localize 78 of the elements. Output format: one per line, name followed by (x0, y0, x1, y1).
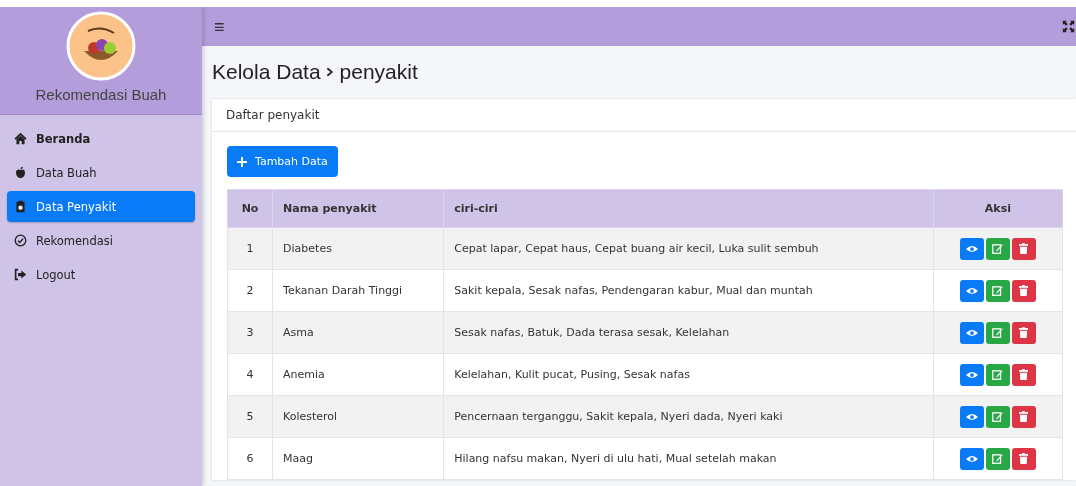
eye-icon (965, 370, 978, 379)
card-title: Daftar penyakit (226, 108, 320, 122)
logout-icon (14, 268, 27, 281)
eye-icon (965, 454, 978, 463)
table-cell: Kolesterol (272, 395, 444, 438)
eye-icon (965, 244, 978, 253)
sidebar-item[interactable]: Data Buah (7, 157, 195, 188)
delete-button[interactable] (1011, 363, 1036, 386)
home-icon (14, 132, 27, 145)
sidebar-item[interactable]: Beranda (7, 123, 195, 154)
plus-icon (237, 156, 247, 167)
clipboard-icon (14, 200, 27, 213)
eye-icon (965, 286, 978, 295)
page-title: Kelola Data (212, 60, 321, 84)
page-title-current: penyakit (339, 60, 418, 84)
view-button[interactable] (959, 447, 984, 470)
edit-button[interactable] (985, 405, 1010, 428)
table-cell: Hilang nafsu makan, Nyeri di ulu hati, Mual setelah makan (443, 437, 934, 480)
table-cell: Kelelahan, Kulit pucat, Pusing, Sesak nafas (443, 353, 934, 396)
column-header: No (227, 189, 273, 228)
trash-icon (1019, 285, 1029, 296)
column-header: Aksi (933, 189, 1063, 228)
trash-icon (1019, 369, 1029, 380)
edit-icon (992, 411, 1004, 422)
column-header: ciri-ciri (443, 189, 934, 228)
view-button[interactable] (959, 237, 984, 260)
edit-icon (992, 243, 1004, 254)
table-cell: 6 (227, 437, 273, 480)
table-cell: 1 (227, 227, 273, 270)
trash-icon (1019, 411, 1029, 422)
delete-button[interactable] (1011, 447, 1036, 470)
menu-button[interactable]: ≡ (214, 17, 225, 36)
delete-button[interactable] (1011, 405, 1036, 428)
delete-button[interactable] (1011, 237, 1036, 260)
table-cell: Sakit kepala, Sesak nafas, Pendengaran kabur, Mual dan muntah (443, 269, 934, 312)
table-cell: Sesak nafas, Batuk, Dada terasa sesak, Kelelahan (443, 311, 934, 354)
apple-icon (14, 166, 27, 179)
sidebar-item[interactable]: Logout (7, 259, 195, 290)
table-cell: Pencernaan terganggu, Sakit kepala, Nyeri dada, Nyeri kaki (443, 395, 934, 438)
delete-button[interactable] (1011, 279, 1036, 302)
edit-button[interactable] (985, 279, 1010, 302)
table-cell: Maag (272, 437, 444, 480)
trash-icon (1019, 327, 1029, 338)
eye-icon (965, 328, 978, 337)
column-header: Nama penyakit (272, 189, 444, 228)
edit-icon (992, 285, 1004, 296)
fruit-basket-logo (66, 11, 136, 81)
table-cell: Anemia (272, 353, 444, 396)
view-button[interactable] (959, 363, 984, 386)
add-data-button[interactable]: Tambah Data (227, 146, 338, 177)
trash-icon (1019, 243, 1029, 254)
table-cell: Asma (272, 311, 444, 354)
table-cell: Tekanan Darah Tinggi (272, 269, 444, 312)
table-cell: 3 (227, 311, 273, 354)
view-button[interactable] (959, 279, 984, 302)
table-cell: 5 (227, 395, 273, 438)
sidebar-item[interactable]: Data Penyakit (7, 191, 195, 222)
table-cell: 4 (227, 353, 273, 396)
edit-icon (992, 327, 1004, 338)
delete-button[interactable] (1011, 321, 1036, 344)
edit-button[interactable] (985, 321, 1010, 344)
edit-button[interactable] (985, 363, 1010, 386)
edit-icon (992, 369, 1004, 380)
table-cell: Diabetes (272, 227, 444, 270)
table-cell: Cepat lapar, Cepat haus, Cepat buang air kecil, Luka sulit sembuh (443, 227, 934, 270)
edit-button[interactable] (985, 447, 1010, 470)
edit-button[interactable] (985, 237, 1010, 260)
trash-icon (1019, 453, 1029, 464)
chevron-right-icon (325, 66, 335, 78)
view-button[interactable] (959, 405, 984, 428)
edit-icon (992, 453, 1004, 464)
check-circle-icon (14, 234, 27, 247)
view-button[interactable] (959, 321, 984, 344)
table-cell: 2 (227, 269, 273, 312)
sidebar-item[interactable]: Rekomendasi (7, 225, 195, 256)
eye-icon (965, 412, 978, 421)
brand-name: Rekomendasi Buah (35, 86, 167, 103)
fullscreen-icon[interactable] (1062, 20, 1075, 33)
